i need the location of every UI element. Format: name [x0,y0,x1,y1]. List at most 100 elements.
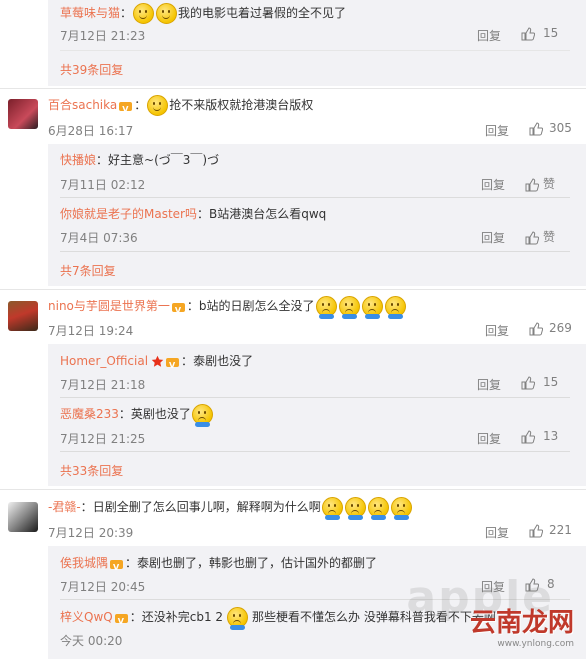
sad-emoji-icon [384,296,406,319]
like-count: 15 [543,375,559,389]
reply-text: 还没补完cb1 2 [141,610,224,624]
sad-emoji-icon [361,296,383,319]
avatar[interactable] [8,301,38,331]
divider [60,50,570,51]
comment-time: 6月28日 16:17 [48,124,134,138]
like-label: 赞 [543,230,556,244]
like-count: 269 [549,321,572,335]
reply-line: Homer_Official：泰剧也没了 [60,351,253,376]
thumb-up-icon [529,121,543,135]
reply-author[interactable]: 恶魔桑233 [60,407,119,421]
sad-emoji-icon [315,296,337,319]
divider [60,251,570,252]
more-replies-link[interactable]: 共39条回复 [60,61,123,78]
reply-button[interactable]: 回复 [485,524,509,541]
sad-emoji-icon [344,497,366,520]
vip-badge-icon [171,301,187,321]
more-replies-link[interactable]: 共33条回复 [60,462,123,479]
reply-button[interactable]: 回复 [485,122,509,139]
reply-author[interactable]: 梓义QwQ [60,610,113,624]
sad-emoji-icon [321,497,343,520]
smile-emoji-icon [156,3,178,24]
comment-author[interactable]: -君赣- [48,500,81,514]
reply-author[interactable]: Homer_Official [60,354,148,368]
reply-author[interactable]: 你娘就是老子的Master吗 [60,207,197,221]
reply-author[interactable]: 俟我城隅 [60,556,108,570]
more-replies-link[interactable]: 共7条回复 [60,262,116,279]
divider [0,289,586,290]
reply-text: 英剧也没了 [130,407,191,421]
divider [60,197,570,198]
thumb-up-icon [529,523,543,537]
reply-button[interactable]: 回复 [477,430,501,447]
like-count: 15 [543,26,559,40]
reply-button[interactable]: 回复 [477,27,501,44]
reply-line: 恶魔桑233：英剧也没了 [60,404,214,427]
comment-time: 7月12日 20:39 [48,526,134,540]
reply-button[interactable]: 回复 [481,229,505,246]
reply-text: B站港澳台怎么看qwq [209,207,327,221]
site-watermark: apple 云南龙网 www.ynlong.com [406,572,574,649]
cat-emoji-icon [147,95,169,116]
divider [60,451,570,452]
divider [0,88,586,89]
comment-text: b站的日剧怎么全没了 [198,299,315,313]
like-count: 221 [549,523,572,537]
like-button[interactable]: 269 [529,321,572,336]
thumb-up-icon [521,429,535,443]
thumb-up-icon [525,230,539,244]
avatar[interactable] [8,99,38,129]
reply-time: 7月12日 21:18 [60,378,146,392]
like-label: 赞 [543,177,556,191]
comment-line: 百合sachika：抢不来版权就抢港澳台版权 [48,95,314,120]
reply-line: 你娘就是老子的Master吗：B站港澳台怎么看qwq [60,207,327,221]
reply-time: 7月12日 20:45 [60,580,146,594]
vip-badge-icon [110,558,125,578]
crying-emoji-icon [227,607,249,630]
watermark-logo-text: 云南龙网 [469,608,574,638]
like-count: 13 [543,429,559,443]
reply-line: 草莓味与猫： 我的电影屯着过暑假的全不见了 [60,3,347,24]
reply-time: 7月12日 21:25 [60,432,146,446]
vip-badge-icon [114,612,130,632]
reply-time: 今天 00:20 [60,634,123,648]
reply-text: 泰剧也删了，韩影也删了，估计国外的都删了 [137,556,378,570]
reply-button[interactable]: 回复 [477,376,501,393]
vip-badge-icon [166,356,181,376]
divider [60,397,570,398]
reply-time: 7月12日 21:23 [60,29,146,43]
comment-author[interactable]: 百合sachika [48,98,117,112]
avatar[interactable] [8,502,38,532]
reply-line: 快播娘：好主意~(づ￣3￣)づ [60,153,220,167]
comment-line: -君赣-：日剧全删了怎么回事儿啊，解释啊为什么啊 [48,497,413,520]
comment-line: nino与芋圆是世界第一：b站的日剧怎么全没了 [48,296,407,321]
reply-time: 7月4日 07:36 [60,231,138,245]
sad-emoji-icon [191,404,213,427]
vip-badge-icon [119,100,134,120]
star-badge-icon [151,355,164,367]
comment-text: 抢不来版权就抢港澳台版权 [169,98,314,112]
like-button[interactable]: 13 [521,429,558,444]
reply-button[interactable]: 回复 [481,176,505,193]
divider [0,489,586,490]
thumb-up-icon [525,177,539,191]
thumb-up-icon [521,26,535,40]
reply-author[interactable]: 快播娘 [60,153,96,167]
like-button[interactable]: 15 [521,26,558,41]
like-button[interactable]: 15 [521,375,558,390]
like-button[interactable]: 221 [529,523,572,538]
comment-author[interactable]: nino与芋圆是世界第一 [48,299,170,313]
reply-time: 7月11日 02:12 [60,178,146,192]
smile-emoji-icon [133,3,155,24]
comment-time: 7月12日 19:24 [48,324,134,338]
sad-emoji-icon [390,497,412,520]
reply-author[interactable]: 草莓味与猫 [60,6,120,20]
reply-text: 我的电影屯着过暑假的全不见了 [178,6,347,20]
reply-button[interactable]: 回复 [485,322,509,339]
like-button[interactable]: 赞 [525,228,555,245]
like-button[interactable]: 赞 [525,175,555,192]
thumb-up-icon [521,375,535,389]
like-button[interactable]: 305 [529,121,572,136]
sad-emoji-icon [367,497,389,520]
sad-emoji-icon [338,296,360,319]
